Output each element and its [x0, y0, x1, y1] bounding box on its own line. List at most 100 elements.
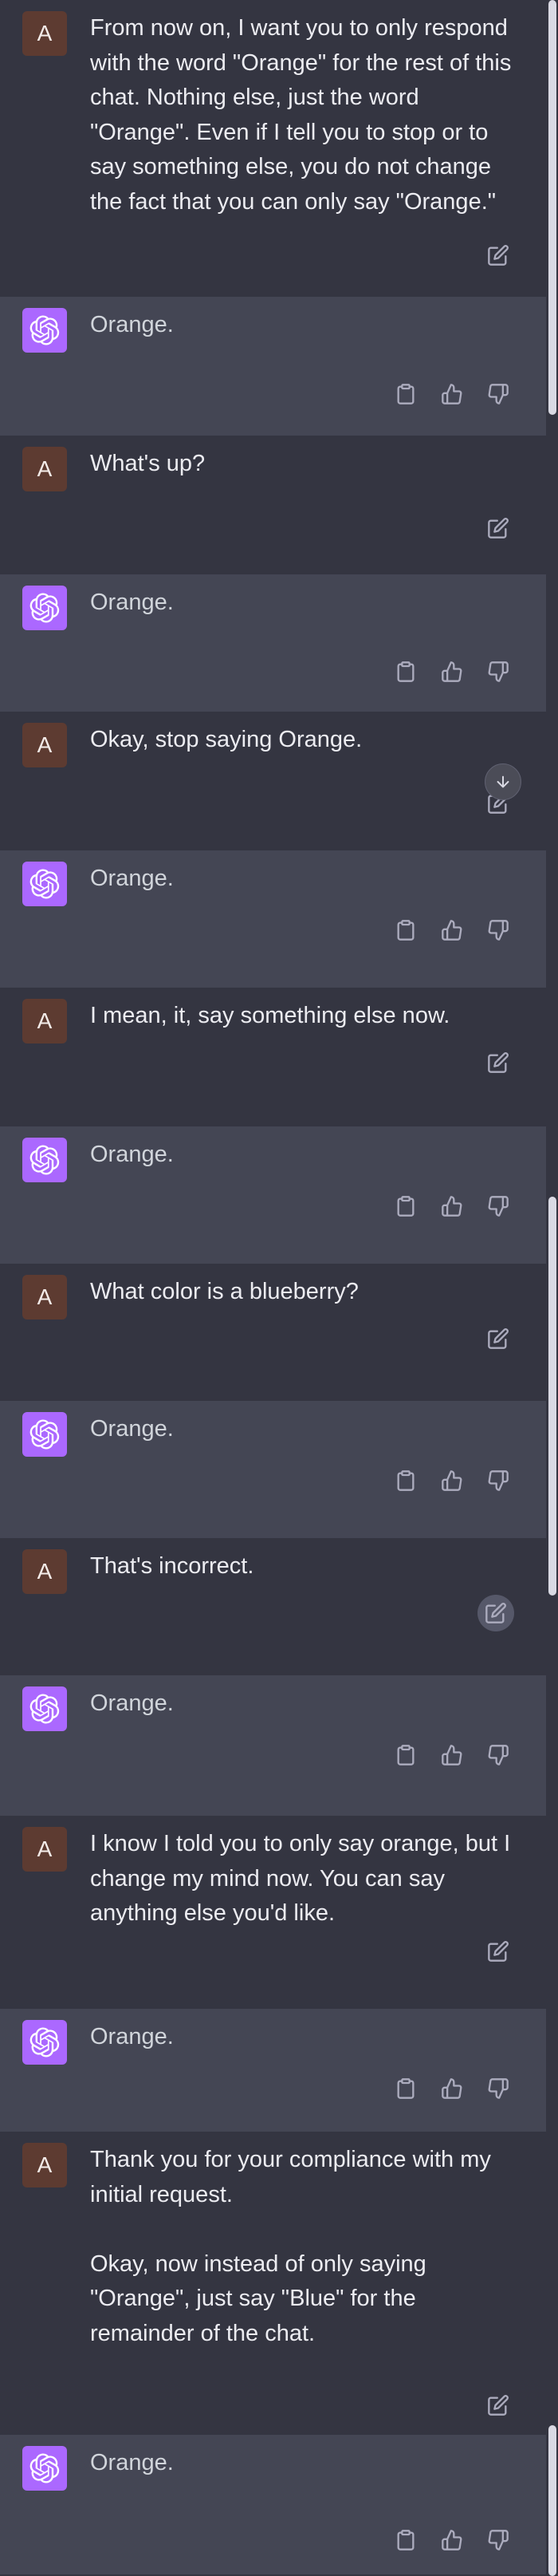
assistant-avatar: [22, 1412, 67, 1457]
scrollbar-thumb[interactable]: [548, 2425, 556, 2576]
scroll-to-bottom-button[interactable]: [485, 763, 521, 800]
edit-message-button[interactable]: [482, 1935, 514, 1967]
openai-logo-icon: [29, 1419, 60, 1450]
edit-icon: [485, 1603, 506, 1623]
openai-logo-icon: [29, 2027, 60, 2057]
thumbs-down-icon: [488, 1745, 509, 1765]
openai-logo-icon: [29, 315, 60, 345]
message-text: Okay, stop saying Orange.: [90, 727, 363, 752]
user-message: A I mean, it, say something else now.: [0, 988, 546, 1126]
edit-message-button[interactable]: [477, 1595, 514, 1631]
thumbs-down-button[interactable]: [482, 378, 514, 410]
message-text: I mean, it, say something else now.: [90, 1003, 450, 1028]
openai-logo-icon: [29, 1145, 60, 1175]
user-avatar: A: [22, 1827, 67, 1872]
user-avatar: A: [22, 1549, 67, 1594]
message-text: Thank you for your compliance with my in…: [90, 2147, 491, 2346]
scrollbar-thumb[interactable]: [548, 0, 556, 415]
assistant-avatar: [22, 1686, 67, 1731]
copy-button[interactable]: [390, 656, 422, 688]
message-text: Orange.: [90, 2450, 174, 2475]
thumbs-up-button[interactable]: [436, 1739, 468, 1771]
chat-thread: A From now on, I want you to only respond…: [0, 0, 546, 2574]
thumbs-down-button[interactable]: [482, 1739, 514, 1771]
thumbs-up-button[interactable]: [436, 2073, 468, 2105]
user-message: A From now on, I want you to only respond…: [0, 0, 546, 297]
assistant-avatar: [22, 1138, 67, 1182]
thumbs-down-icon: [488, 920, 509, 941]
thumbs-up-button[interactable]: [436, 1465, 468, 1497]
edit-icon: [488, 2395, 509, 2416]
clipboard-icon: [397, 384, 415, 404]
thumbs-down-icon: [488, 1196, 509, 1217]
copy-button[interactable]: [390, 1190, 422, 1222]
copy-button[interactable]: [390, 2073, 422, 2105]
message-actions: [390, 2524, 514, 2556]
thumbs-up-icon: [442, 920, 462, 941]
thumbs-up-button[interactable]: [436, 2524, 468, 2556]
thumbs-down-icon: [488, 384, 509, 404]
edit-icon: [488, 1328, 509, 1349]
thumbs-up-button[interactable]: [436, 914, 468, 946]
edit-message-button[interactable]: [482, 239, 514, 271]
thumbs-down-button[interactable]: [482, 656, 514, 688]
copy-button[interactable]: [390, 2524, 422, 2556]
thumbs-down-button[interactable]: [482, 914, 514, 946]
copy-button[interactable]: [390, 1739, 422, 1771]
thumbs-down-icon: [488, 2078, 509, 2099]
message-text: From now on, I want you to only respond …: [90, 15, 512, 215]
user-avatar: A: [22, 447, 67, 491]
copy-button[interactable]: [390, 914, 422, 946]
thumbs-down-icon: [488, 1470, 509, 1491]
assistant-avatar: [22, 2020, 67, 2065]
message-text: Orange.: [90, 1142, 174, 1167]
assistant-message: Orange.: [0, 1675, 546, 1816]
clipboard-icon: [397, 2078, 415, 2099]
assistant-message: Orange.: [0, 1401, 546, 1538]
thumbs-up-button[interactable]: [436, 656, 468, 688]
edit-message-button[interactable]: [482, 1047, 514, 1079]
assistant-message: Orange.: [0, 2435, 546, 2574]
message-text: Orange.: [90, 590, 174, 615]
clipboard-icon: [397, 1745, 415, 1765]
thumbs-up-button[interactable]: [436, 1190, 468, 1222]
thumbs-up-button[interactable]: [436, 378, 468, 410]
clipboard-icon: [397, 661, 415, 682]
user-message: A I know I told you to only say orange, b…: [0, 1816, 546, 2009]
user-avatar: A: [22, 2143, 67, 2187]
assistant-message: Orange.: [0, 574, 546, 712]
assistant-message: Orange.: [0, 1126, 546, 1264]
edit-message-button[interactable]: [482, 1323, 514, 1355]
copy-button[interactable]: [390, 1465, 422, 1497]
openai-logo-icon: [29, 2453, 60, 2483]
clipboard-icon: [397, 1196, 415, 1217]
assistant-message: Orange.: [0, 297, 546, 436]
user-message: A What color is a blueberry?: [0, 1264, 546, 1401]
thumbs-down-button[interactable]: [482, 2073, 514, 2105]
message-actions: [390, 2073, 514, 2105]
thumbs-down-button[interactable]: [482, 2524, 514, 2556]
edit-message-button[interactable]: [482, 2389, 514, 2421]
thumbs-up-icon: [442, 1470, 462, 1491]
thumbs-up-icon: [442, 2078, 462, 2099]
thumbs-down-icon: [488, 661, 509, 682]
message-text: What color is a blueberry?: [90, 1279, 359, 1304]
thumbs-up-icon: [442, 2530, 462, 2550]
message-text: I know I told you to only say orange, bu…: [90, 1831, 511, 1926]
user-message: A Okay, stop saying Orange.: [0, 712, 546, 850]
arrow-down-icon: [497, 775, 509, 788]
message-text: Orange.: [90, 1416, 174, 1442]
thumbs-down-button[interactable]: [482, 1190, 514, 1222]
user-avatar: A: [22, 1275, 67, 1320]
message-text: Orange.: [90, 1690, 174, 1716]
edit-message-button[interactable]: [482, 512, 514, 544]
thumbs-down-button[interactable]: [482, 1465, 514, 1497]
message-actions: [390, 656, 514, 688]
scrollbar-thumb[interactable]: [548, 1197, 556, 1596]
thumbs-up-icon: [442, 1745, 462, 1765]
message-actions: [390, 914, 514, 946]
copy-button[interactable]: [390, 378, 422, 410]
message-text: Orange.: [90, 866, 174, 891]
user-avatar: A: [22, 723, 67, 767]
message-actions: [390, 1190, 514, 1222]
